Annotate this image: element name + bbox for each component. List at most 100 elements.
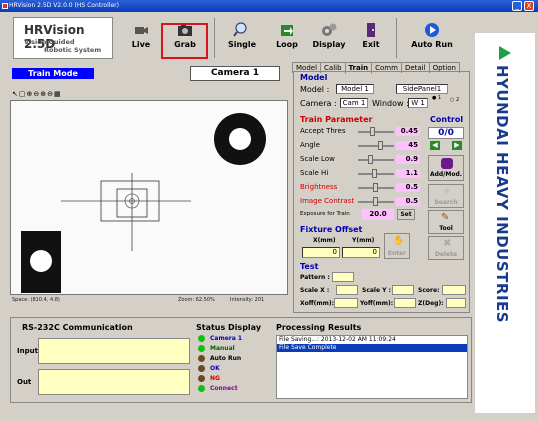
status-led: [198, 345, 205, 352]
tool-button[interactable]: ✎ Tool: [428, 210, 464, 234]
model-label: Model :: [300, 85, 330, 94]
accept-slider[interactable]: [358, 127, 394, 136]
display-gears-icon: [322, 23, 337, 36]
status-led: [198, 375, 205, 382]
next-arrow-icon[interactable]: ▶: [452, 141, 462, 150]
fixture-header: Fixture Offset: [300, 225, 363, 234]
pattern-label: Pattern :: [300, 274, 330, 281]
add-mod-label: Add/Mod.: [429, 171, 463, 178]
exposure-value[interactable]: 20.0: [362, 209, 394, 220]
status-autorun: Auto Run: [210, 355, 242, 362]
angle-value: 45: [396, 141, 420, 150]
status-camera1: Camera 1: [210, 335, 243, 342]
app-icon: [2, 3, 8, 9]
status-led: [198, 355, 205, 362]
results-title: Processing Results: [276, 323, 362, 332]
minimize-button[interactable]: _: [512, 1, 522, 11]
camera-label: Camera 1: [190, 66, 280, 81]
camera-icon: [135, 27, 148, 34]
model-header: Model: [300, 73, 328, 82]
camera-field-label: Camera :: [300, 99, 337, 108]
accept-value: 0.45: [396, 127, 420, 136]
rs232-title: RS-232C Communication: [22, 323, 133, 332]
close-button[interactable]: X: [524, 1, 534, 11]
pointer-icon[interactable]: ↖: [12, 90, 19, 98]
window-radio-1[interactable]: ● 1: [432, 95, 441, 101]
fixture-x-label: X(mm): [313, 237, 336, 244]
status-led: [198, 365, 205, 372]
enter-icon: ✋: [393, 236, 405, 246]
image-view[interactable]: [10, 100, 288, 295]
zoom-status: Zoom: 62.50%: [178, 297, 215, 303]
rs232-out-field[interactable]: [38, 369, 190, 395]
logo-line1: Vision Guided: [24, 38, 75, 46]
status-led: [198, 335, 205, 342]
toolbar-separator: [396, 18, 397, 58]
param-label-scale-hi: Scale Hi: [300, 169, 329, 177]
magnifier-icon: [233, 22, 247, 37]
fixture-y-input[interactable]: 0: [342, 247, 380, 258]
input-label: Input: [17, 347, 38, 355]
window-radio-2[interactable]: ○ 2: [450, 97, 459, 103]
param-label-angle: Angle: [300, 141, 320, 149]
camera-select[interactable]: Cam 1: [340, 98, 368, 108]
search-icon: ✧: [443, 187, 451, 197]
enter-button[interactable]: ✋ Enter: [384, 233, 410, 259]
display-label: Display: [312, 40, 346, 49]
brand-name: HYUNDAI HEAVY INDUSTRIES: [493, 65, 511, 405]
tool-icon: ✎: [441, 212, 450, 223]
param-label-scale-low: Scale Low: [300, 155, 335, 163]
scale-low-slider[interactable]: [358, 155, 394, 164]
logo-line2: Robotic System: [44, 46, 102, 54]
delete-button[interactable]: ✖ Delete: [428, 236, 464, 260]
autorun-button[interactable]: Auto Run: [408, 20, 456, 56]
contrast-slider[interactable]: [358, 197, 394, 206]
results-list[interactable]: File Saving...: 2013-12-02 AM 11:09:24 F…: [276, 335, 468, 399]
loop-arrow-icon: [281, 25, 293, 36]
live-button[interactable]: Live: [122, 20, 160, 56]
train-param-header: Train Parameter: [300, 115, 373, 124]
angle-slider[interactable]: [358, 141, 394, 150]
live-label: Live: [131, 40, 151, 49]
status-ok: OK: [210, 365, 220, 372]
add-mod-button[interactable]: Add/Mod.: [428, 155, 464, 181]
param-label-accept: Accept Thres: [300, 127, 346, 135]
xoff-label: Xoff(mm):: [300, 300, 334, 307]
scalex-label: Scale X :: [300, 287, 330, 294]
zdeg-label: Z(Deg):: [418, 300, 444, 307]
mode-label: Train Mode: [12, 68, 94, 79]
window-select[interactable]: W 1: [408, 98, 428, 108]
status-ng: NG: [210, 375, 220, 382]
prev-arrow-icon[interactable]: ◀: [430, 141, 440, 150]
status-led: [198, 385, 205, 392]
window-field-label: Window :: [372, 99, 409, 108]
fixture-y-label: Y(mm): [352, 237, 375, 244]
rs232-input-field[interactable]: [38, 338, 190, 364]
grid-icon[interactable]: ▦: [54, 90, 62, 98]
single-label: Single: [227, 40, 257, 49]
exit-button[interactable]: Exit: [356, 20, 386, 56]
delete-icon: ✖: [443, 238, 452, 249]
result-line: File Saving...: 2013-12-02 AM 11:09:24: [279, 336, 396, 343]
set-button[interactable]: Set: [397, 209, 415, 220]
single-button[interactable]: Single: [222, 20, 262, 56]
search-button[interactable]: ✧ Search: [428, 184, 464, 208]
pan-icon[interactable]: ▢: [19, 90, 27, 98]
display-button[interactable]: Display: [310, 20, 348, 56]
zoom-reset-icon[interactable]: ⊖: [47, 90, 54, 98]
scale-hi-slider[interactable]: [358, 169, 394, 178]
loop-button[interactable]: Loop: [270, 20, 304, 56]
status-connect: Connect: [210, 385, 238, 392]
scalex-field: [336, 285, 358, 295]
fixture-x-input[interactable]: 0: [302, 247, 340, 258]
result-line-selected: File Save Complete: [277, 344, 467, 352]
brightness-slider[interactable]: [358, 183, 394, 192]
side-panel-select[interactable]: SidePanel1: [396, 84, 448, 94]
contrast-value: 0.5: [396, 197, 420, 206]
window-title: HRVision 2.5D V2.0.0 (HS Controller): [9, 2, 119, 9]
tool-label: Tool: [439, 225, 453, 232]
scale-hi-value: 1.1: [396, 169, 420, 178]
brightness-value: 0.5: [396, 183, 420, 192]
model-select[interactable]: Model 1: [336, 84, 374, 94]
param-label-brightness: Brightness: [300, 183, 338, 191]
